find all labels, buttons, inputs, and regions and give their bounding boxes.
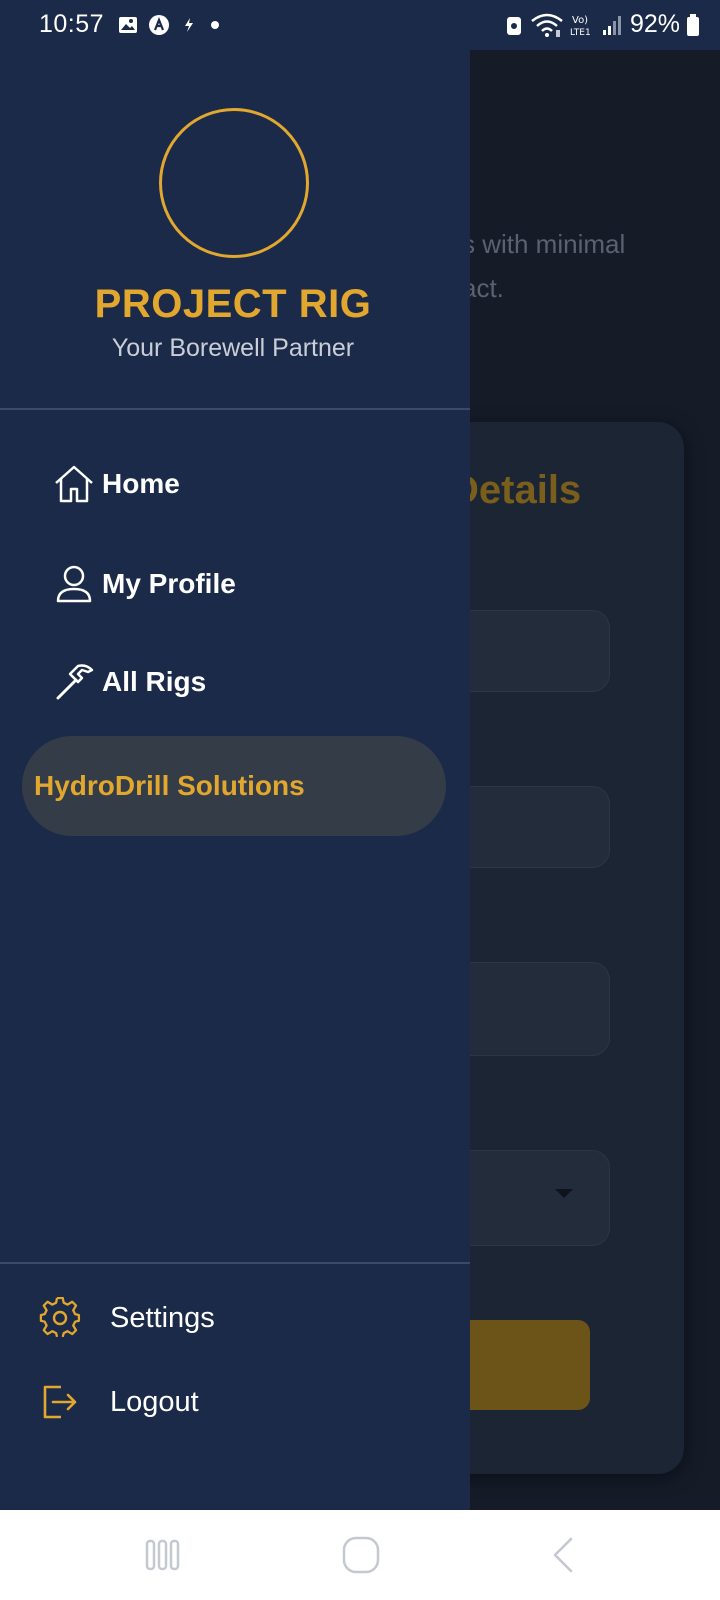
vpn-icon bbox=[506, 16, 521, 35]
caret-down-icon bbox=[555, 1189, 573, 1198]
home-square-icon bbox=[342, 1536, 380, 1574]
logout-label: Logout bbox=[110, 1385, 199, 1418]
back-icon bbox=[553, 1537, 573, 1573]
status-right: Vo) LTE1 92% bbox=[504, 10, 700, 39]
bg-subheading-cut: .. .. .. bbox=[462, 138, 568, 158]
app-subtitle: Your Borewell Partner bbox=[111, 334, 355, 362]
wifi-icon bbox=[531, 13, 563, 37]
logout-icon bbox=[38, 1380, 82, 1424]
user-icon bbox=[52, 562, 96, 606]
nav-item-label: All Rigs bbox=[102, 666, 207, 697]
logout-button[interactable]: Logout bbox=[38, 1374, 199, 1430]
nav-item-home[interactable]: Home bbox=[52, 454, 180, 514]
status-time: 10:57 bbox=[39, 10, 105, 38]
divider-bottom bbox=[0, 1262, 470, 1264]
app-notification-icon bbox=[149, 15, 169, 35]
notification-icons bbox=[118, 14, 222, 36]
navigation-drawer: PROJECT RIG Your Borewell Partner Home M… bbox=[0, 50, 470, 1510]
svg-text:LTE1: LTE1 bbox=[570, 28, 591, 38]
gear-icon bbox=[38, 1296, 82, 1340]
home-icon bbox=[52, 462, 96, 506]
battery-percent: 92% bbox=[629, 10, 680, 38]
flash-icon bbox=[185, 18, 193, 32]
svg-text:Vo): Vo) bbox=[572, 15, 588, 26]
battery-icon bbox=[687, 13, 699, 36]
nav-item-hydrodrill-solutions[interactable]: HydroDrill Solutions bbox=[22, 736, 446, 836]
status-bar: 10:57 Vo) LTE1 92% bbox=[0, 0, 720, 50]
app-title: PROJECT RIG bbox=[94, 282, 372, 326]
avatar[interactable] bbox=[159, 108, 309, 258]
dot-icon bbox=[211, 21, 219, 29]
hammer-icon bbox=[52, 660, 96, 704]
nav-item-my-profile[interactable]: My Profile bbox=[52, 554, 236, 614]
nav-item-label: HydroDrill Solutions bbox=[34, 770, 305, 801]
recents-button[interactable] bbox=[137, 1530, 187, 1580]
divider-top bbox=[0, 408, 470, 410]
home-button[interactable] bbox=[336, 1530, 386, 1580]
recents-icon bbox=[145, 1539, 180, 1571]
nav-item-label: My Profile bbox=[102, 568, 236, 599]
back-button[interactable] bbox=[540, 1530, 590, 1580]
lte-icon: Vo) LTE1 bbox=[570, 15, 591, 38]
gallery-icon bbox=[119, 17, 137, 33]
signal-icon bbox=[602, 15, 621, 35]
system-navigation-bar bbox=[0, 1510, 720, 1600]
settings-button[interactable]: Settings bbox=[38, 1290, 215, 1346]
settings-label: Settings bbox=[110, 1301, 215, 1334]
nav-item-label: Home bbox=[102, 468, 180, 499]
nav-item-all-rigs[interactable]: All Rigs bbox=[52, 652, 206, 712]
